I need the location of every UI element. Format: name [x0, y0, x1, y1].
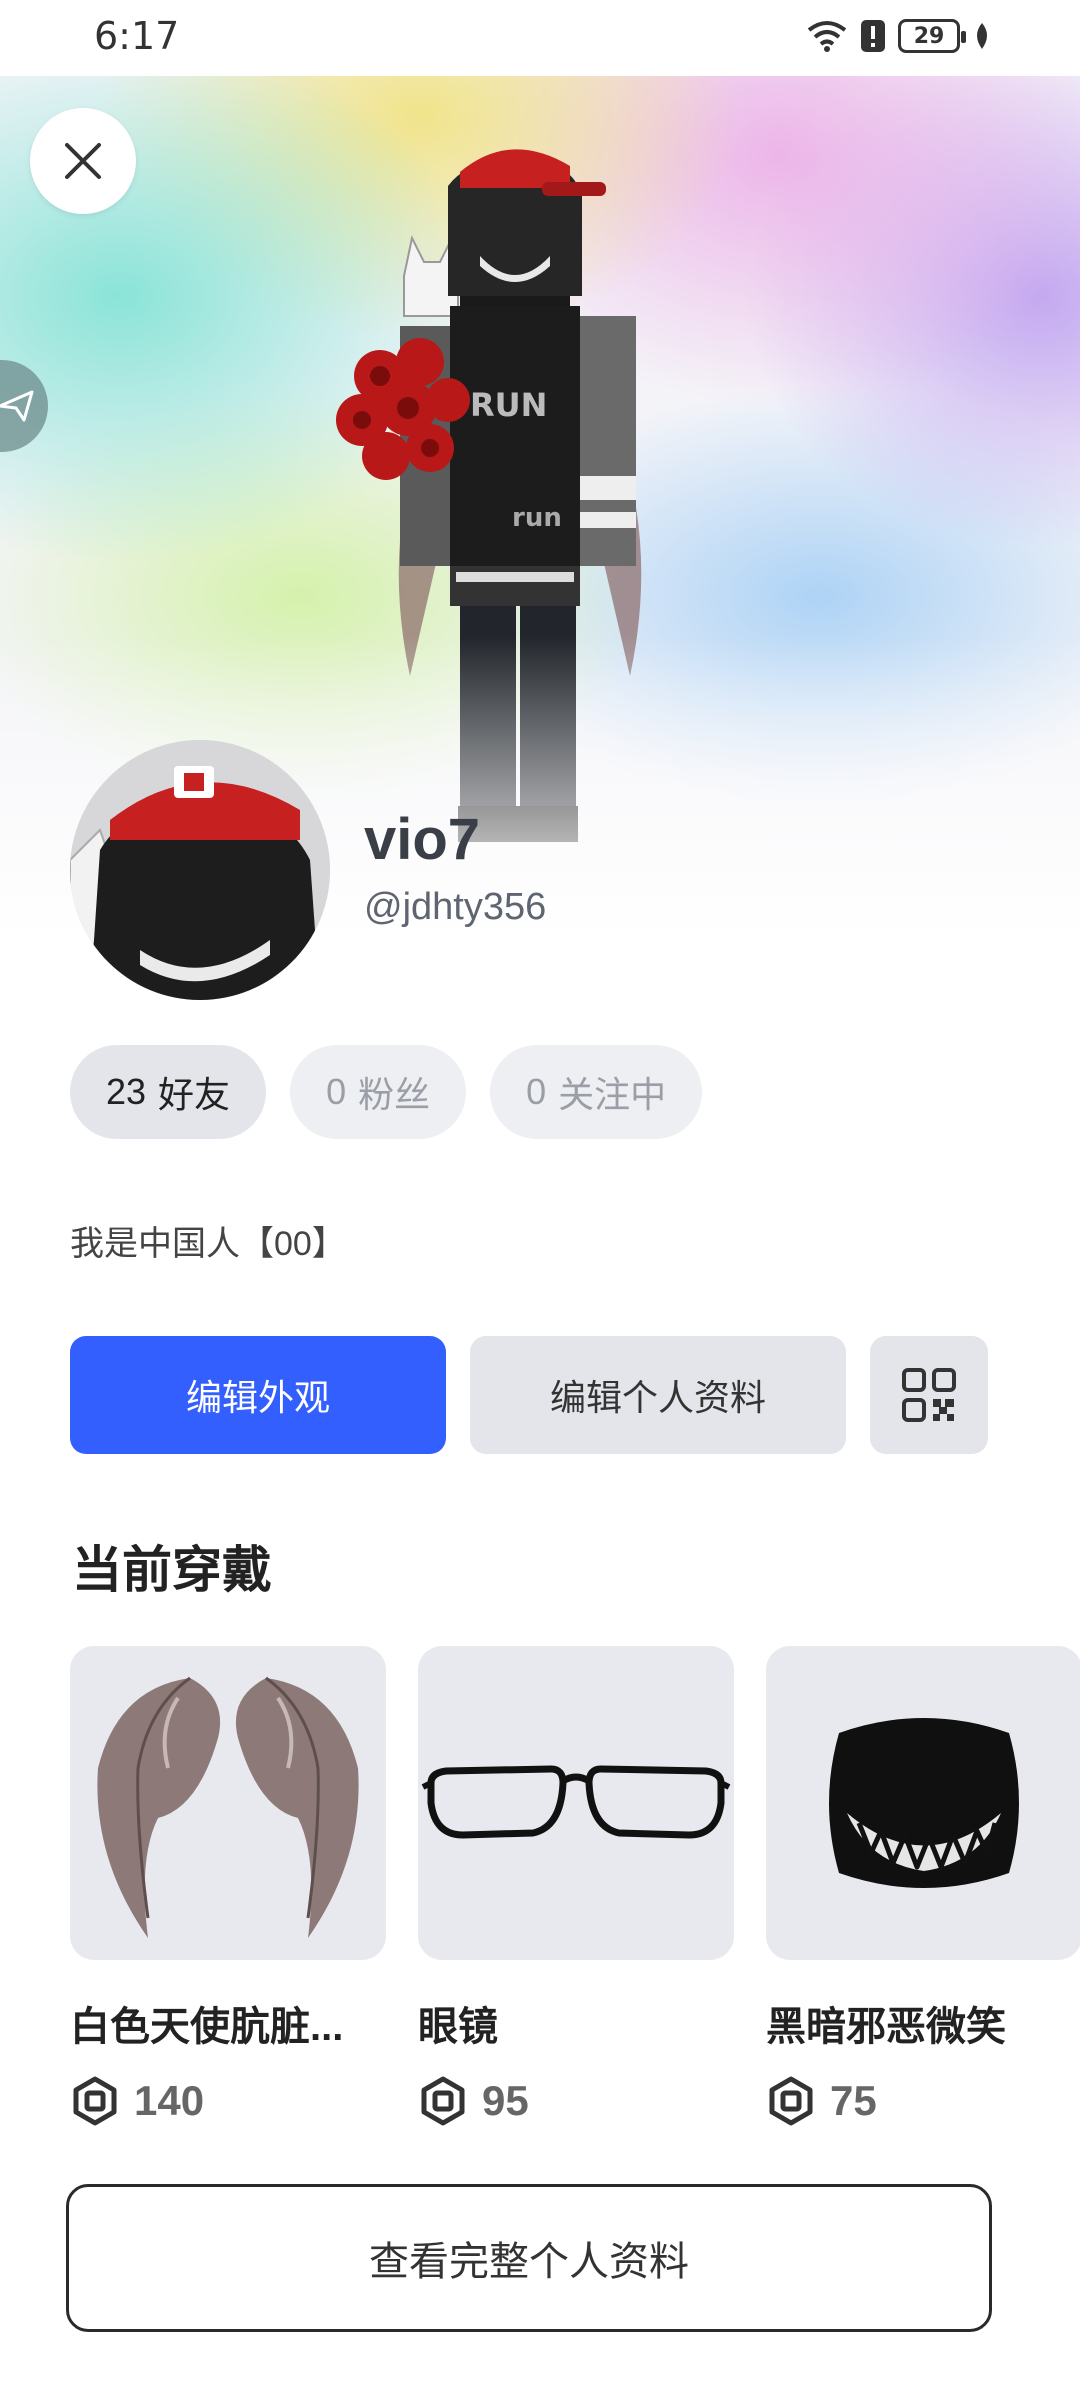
item-thumbnail	[70, 1646, 386, 1960]
status-icons: 29	[806, 18, 992, 54]
profile-avatar[interactable]	[70, 740, 330, 1000]
currently-wearing-title: 当前穿戴	[72, 1542, 272, 1598]
alert-icon	[861, 20, 885, 52]
action-buttons: 编辑外观 编辑个人资料	[70, 1336, 988, 1454]
qr-code-icon	[902, 1368, 956, 1422]
evil-smile-face-icon	[829, 1718, 1019, 1888]
friends-count: 23	[106, 1071, 147, 1112]
item-price: 140	[70, 2076, 386, 2126]
stats-row: 23 好友 0 粉丝 0 关注中	[70, 1045, 703, 1139]
robux-icon	[769, 2076, 813, 2126]
wifi-icon	[807, 21, 847, 52]
glasses-icon	[421, 1765, 731, 1839]
battery-level: 29	[913, 23, 945, 49]
close-button[interactable]	[30, 108, 136, 214]
status-bar: 6:17 29	[0, 0, 1080, 76]
robux-icon	[421, 2076, 465, 2126]
friends-pill[interactable]: 23 好友	[70, 1045, 267, 1139]
item-card[interactable]: 白色天使肮脏... 140	[70, 1646, 386, 2126]
friends-label: 好友	[158, 1074, 231, 1115]
item-price-value: 75	[830, 2077, 877, 2124]
item-name: 白色天使肮脏...	[70, 2005, 344, 2049]
followers-count: 0	[326, 1071, 347, 1112]
bio-text: 我是中国人【00】	[70, 1225, 346, 1263]
worn-items-carousel[interactable]: 白色天使肮脏... 140 眼镜 95 黑暗邪恶微笑 75	[70, 1646, 1080, 2126]
item-card[interactable]: 眼镜 95	[418, 1646, 734, 2126]
status-time: 6:17	[94, 14, 180, 58]
leaf-icon	[977, 23, 987, 49]
item-thumbnail	[418, 1646, 734, 1960]
item-name: 黑暗邪恶微笑	[766, 2005, 1006, 2049]
followers-pill[interactable]: 0 粉丝	[290, 1045, 467, 1139]
edit-profile-button[interactable]: 编辑个人资料	[470, 1336, 846, 1454]
following-label: 关注中	[558, 1074, 667, 1115]
svg-text:run: run	[512, 503, 562, 533]
angel-wings-icon	[97, 1676, 359, 1938]
item-price: 75	[766, 2076, 1080, 2126]
view-full-profile-button[interactable]: 查看完整个人资料	[66, 2184, 992, 2332]
display-name: vio7	[364, 807, 481, 872]
close-icon	[65, 143, 101, 179]
following-count: 0	[526, 1071, 547, 1112]
edit-avatar-button[interactable]: 编辑外观	[70, 1336, 446, 1454]
send-icon	[0, 390, 34, 422]
avatar-headshot	[70, 740, 330, 1000]
following-pill[interactable]: 0 关注中	[490, 1045, 703, 1139]
item-price-value: 140	[134, 2077, 205, 2124]
item-card[interactable]: 黑暗邪恶微笑 75	[766, 1646, 1080, 2126]
followers-label: 粉丝	[358, 1074, 431, 1115]
battery-icon: 29	[898, 19, 966, 53]
item-price: 95	[418, 2076, 734, 2126]
qr-code-button[interactable]	[870, 1336, 988, 1454]
robux-icon	[73, 2076, 117, 2126]
item-thumbnail	[766, 1646, 1080, 1960]
username: @jdhty356	[364, 886, 547, 928]
item-price-value: 95	[482, 2077, 529, 2124]
svg-text:RUN: RUN	[470, 386, 547, 424]
item-name: 眼镜	[418, 2005, 498, 2049]
